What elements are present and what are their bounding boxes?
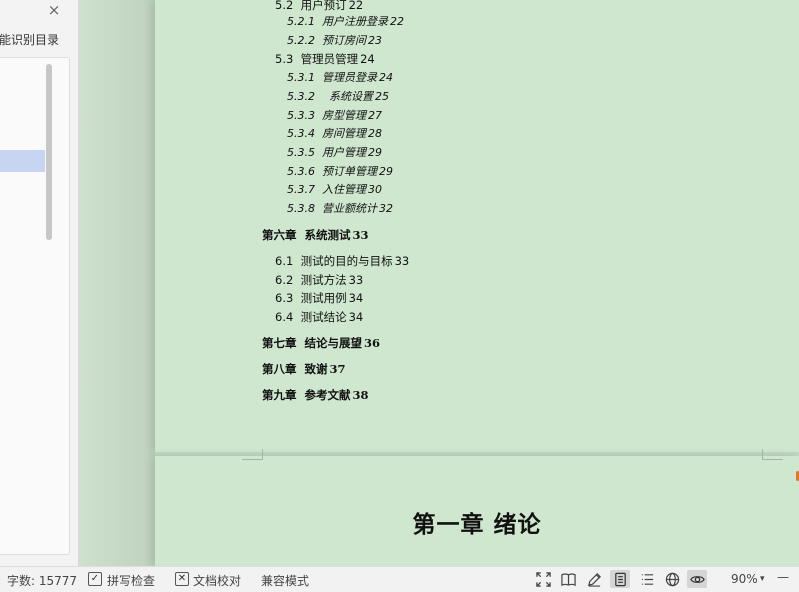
toc-page-number: 24	[360, 52, 375, 66]
toc-entry-text: 5.3.2 系统设置	[287, 90, 373, 103]
web-view-icon[interactable]	[662, 570, 682, 588]
toc-page-number: 34	[348, 310, 364, 324]
document-page[interactable]	[155, 0, 799, 452]
toc-page-number: 27	[367, 109, 382, 122]
toc-entry-text: 5.3 管理员管理	[275, 52, 359, 66]
toc-page-number: 38	[352, 388, 369, 402]
eye-protection-icon[interactable]	[687, 570, 707, 588]
annotate-icon[interactable]	[584, 570, 604, 588]
page-view-icon[interactable]	[610, 570, 630, 588]
toc-page-number: 37	[329, 362, 346, 376]
navigation-pane: × 智能识别目录	[0, 0, 79, 566]
toc-page-number: 33	[394, 254, 410, 268]
crop-mark-left	[242, 449, 263, 460]
word-count[interactable]: 字数: 15777	[7, 572, 77, 589]
toc-entry-text: 第八章 致谢	[262, 362, 328, 376]
nav-pane-title: 智能识别目录	[0, 33, 60, 47]
toc-page-number: 29	[367, 146, 382, 159]
toc-entry-text: 5.2.1 用户注册登录	[287, 15, 388, 28]
toc-entry-text: 6.2 测试方法	[275, 273, 347, 287]
close-icon[interactable]: ×	[47, 2, 61, 18]
toc-entry-text: 第六章 系统测试	[262, 228, 351, 242]
smart-toc-list[interactable]	[0, 57, 70, 555]
toc-entry-text: 5.3.8 营业额统计	[287, 202, 377, 215]
toc-entry-text: 5.2 用户预订	[275, 0, 347, 12]
toc-entry-text: 6.4 测试结论	[275, 310, 347, 324]
toc-entry-text: 6.3 测试用例	[275, 291, 347, 305]
toc-page-number: 32	[378, 202, 393, 215]
fullscreen-icon[interactable]	[533, 570, 553, 588]
zoom-level[interactable]: 90%	[731, 572, 758, 586]
zoom-out-button[interactable]: —	[777, 570, 789, 584]
toc-entry-text: 第九章 参考文献	[262, 388, 351, 402]
toc-page-number: 29	[378, 165, 393, 178]
toc-page-number: 33	[348, 273, 364, 287]
toc-entry-text: 5.3.7 入住管理	[287, 183, 366, 196]
chapter-heading: 第一章 绪论	[412, 511, 542, 538]
reading-mode-icon[interactable]	[558, 570, 578, 588]
crop-mark-right	[762, 449, 783, 460]
spell-check-button[interactable]: 拼写检查	[107, 572, 155, 589]
toc-page-number: 33	[352, 228, 369, 242]
nav-selected-item[interactable]	[0, 150, 45, 172]
doc-proof-icon[interactable]: ✕	[175, 572, 189, 586]
toc-page-number: 22	[348, 0, 364, 12]
toc-entry-text: 5.3.6 预订单管理	[287, 165, 377, 178]
outline-view-icon[interactable]	[637, 570, 657, 588]
toc-entry-text: 6.1 测试的目的与目标	[275, 254, 393, 268]
document-gutter	[79, 0, 155, 566]
toc-entry-text: 第七章 结论与展望	[262, 336, 363, 350]
compat-mode-label: 兼容模式	[261, 574, 310, 588]
status-bar: 字数: 15777 ✓ 拼写检查 ✕ 文档校对 兼容模式 90% ▾ —	[0, 566, 799, 592]
doc-proof-button[interactable]: 文档校对	[193, 572, 241, 589]
toc-page-number: 24	[378, 71, 393, 84]
toc-entry-text: 5.3.1 管理员登录	[287, 71, 377, 84]
toc-page-number: 28	[367, 127, 382, 140]
spell-check-icon[interactable]: ✓	[88, 572, 102, 586]
toc-page-number: 25	[374, 90, 389, 103]
nav-scrollbar-thumb[interactable]	[46, 64, 52, 240]
toc-page-number: 22	[389, 15, 404, 28]
toc-page-number: 23	[367, 34, 382, 47]
zoom-dropdown-icon[interactable]: ▾	[760, 574, 765, 584]
toc-page-number: 34	[348, 291, 364, 305]
toc-page-number: 36	[364, 336, 381, 350]
toc-entry-text: 5.3.5 用户管理	[287, 146, 366, 159]
toc-entry-text: 5.2.2 预订房间	[287, 34, 366, 47]
toc-entry-text: 5.3.4 房间管理	[287, 127, 366, 140]
toc-page-number: 30	[367, 183, 382, 196]
toc-entry-text: 5.3.3 房型管理	[287, 109, 366, 122]
